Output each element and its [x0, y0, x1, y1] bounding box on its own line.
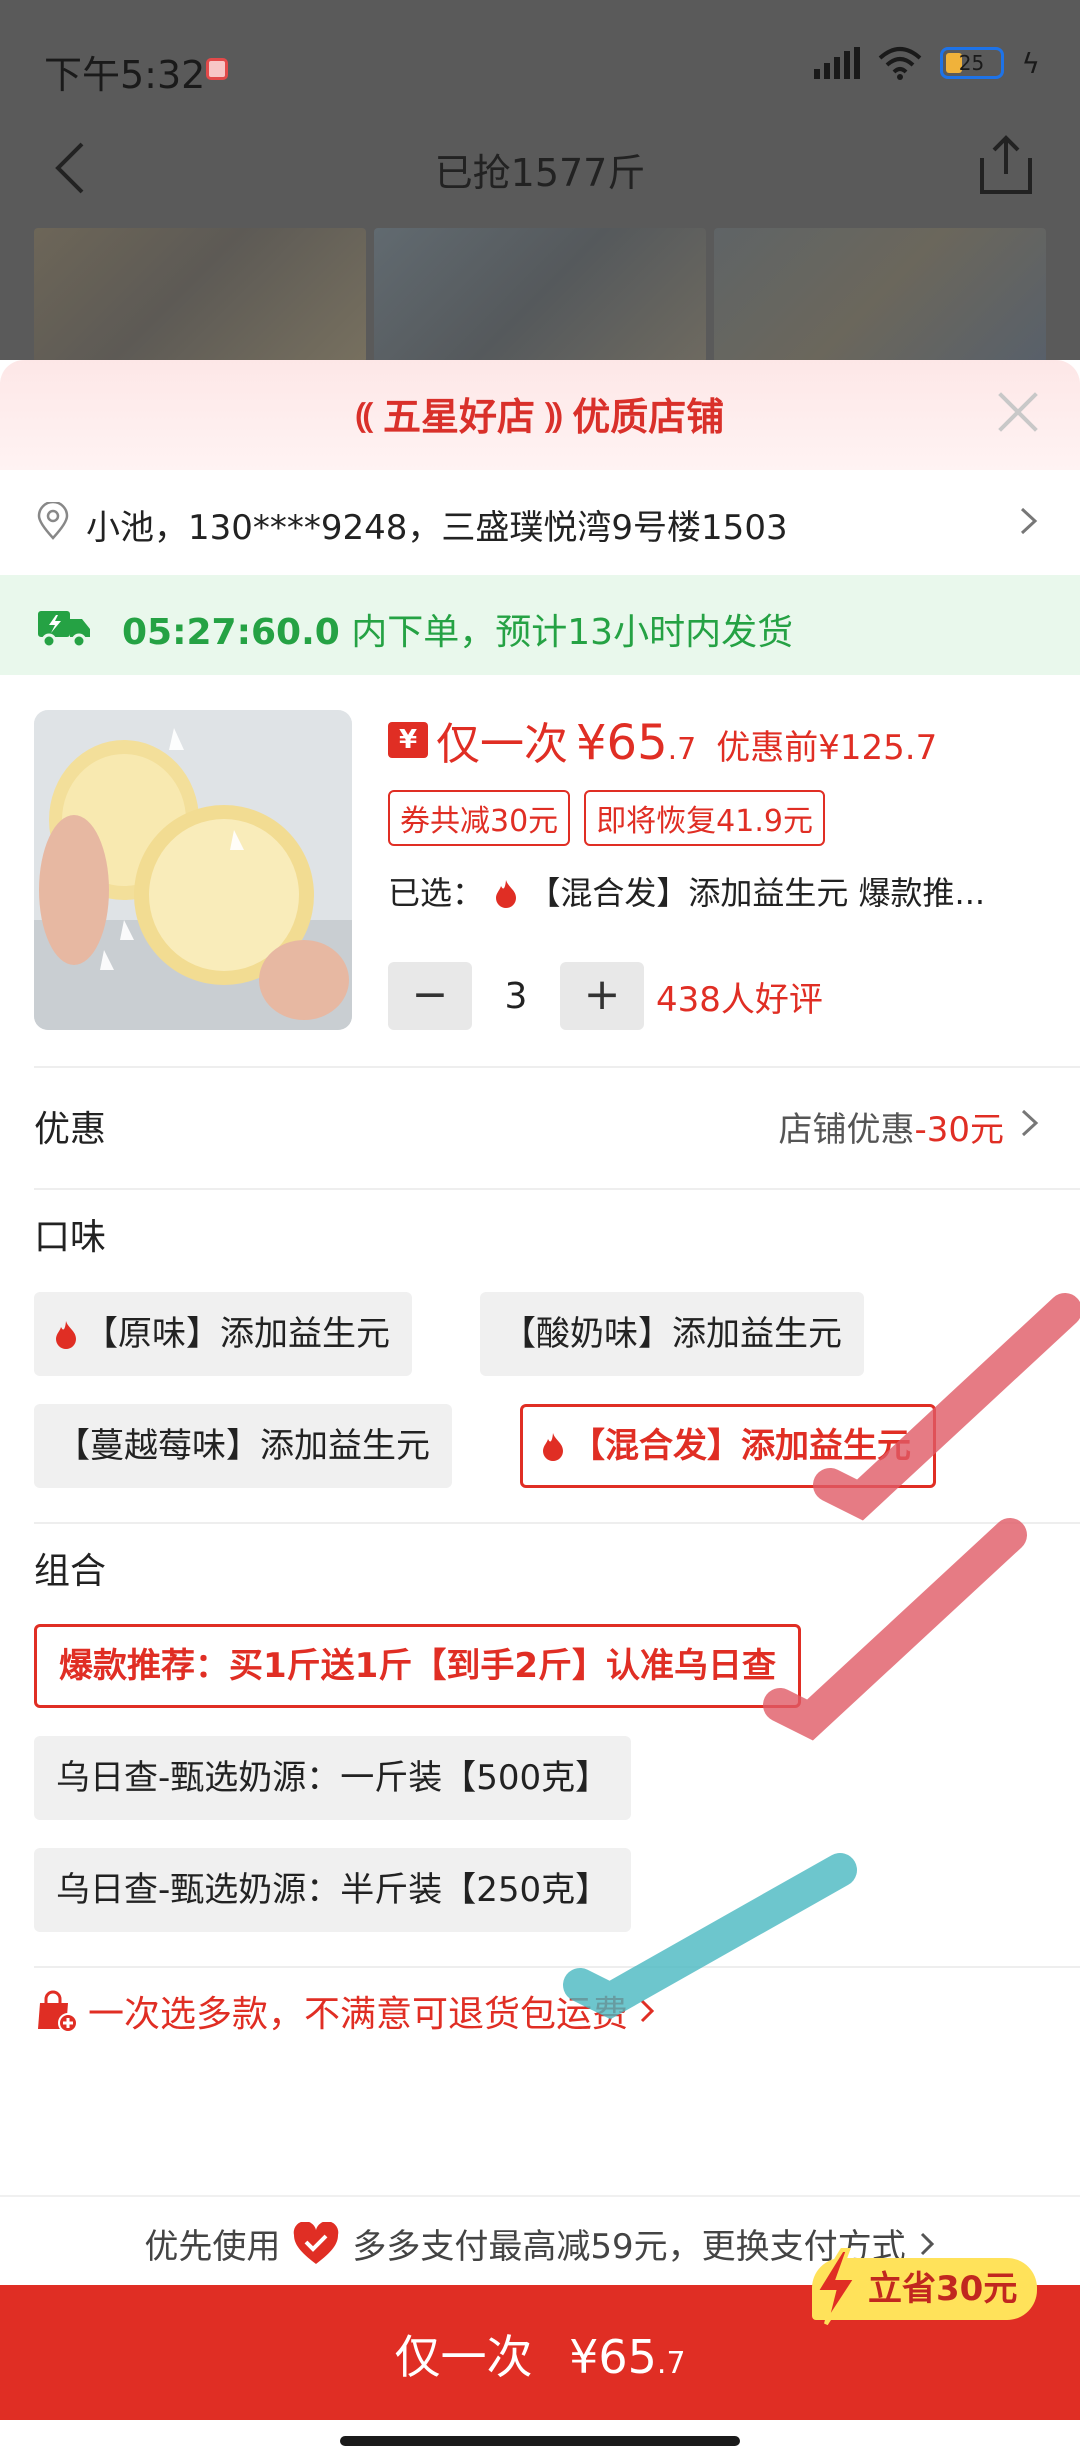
shopping-bag-icon: [38, 1990, 78, 2033]
hot-flame-icon: [56, 1321, 76, 1349]
thumbnail-image: [374, 228, 706, 363]
decrease-button[interactable]: −: [388, 962, 472, 1030]
refund-text: 一次选多款，不满意可退货包运费: [88, 1994, 629, 2035]
status-bar: 下午5:32 25 ϟ: [0, 0, 1080, 130]
close-icon[interactable]: [996, 390, 1040, 434]
countdown-timer: 05:27:60.0: [122, 612, 340, 653]
signal-icon: [813, 47, 860, 79]
store-quality-label: 优质店铺: [572, 395, 725, 439]
restore-price-tag: 即将恢复41.9元: [584, 790, 825, 846]
address-text: 小池，130****9248，三盛璞悦湾9号楼1503: [86, 508, 788, 548]
product-thumbnails: [34, 228, 1046, 363]
laurel-left-icon: ⸨: [355, 395, 373, 436]
thumbnail-image: [34, 228, 366, 363]
option-label: 乌日查-甄选奶源：一斤装【500克】: [56, 1758, 610, 1798]
address-row[interactable]: 小池，130****9248，三盛璞悦湾9号楼1503: [0, 470, 1080, 570]
option-label: 【原味】添加益生元: [84, 1314, 390, 1354]
charging-icon: ϟ: [1021, 46, 1040, 80]
wifi-icon: [878, 46, 922, 80]
price-row: ¥ 仅一次 ¥65.7 优惠前¥125.7: [388, 708, 937, 772]
option-label: 爆款推荐：买1斤送1斤【到手2斤】认准乌日查: [59, 1646, 776, 1686]
selected-text: 【混合发】添加益生元 爆款推...: [528, 874, 986, 912]
promo-value-prefix: 店铺优惠: [778, 1110, 915, 1150]
flavor-option-cranberry[interactable]: 【蔓越莓味】添加益生元: [34, 1404, 452, 1488]
selected-prefix: 已选：: [388, 874, 485, 912]
promo-label: 优惠: [34, 1109, 107, 1150]
chevron-right-icon: [1020, 507, 1038, 535]
shipping-notice: 05:27:60.0 内下单，预计13小时内发货: [0, 575, 1080, 675]
combo-option-250g[interactable]: 乌日查-甄选奶源：半斤装【250克】: [34, 1848, 632, 1932]
original-price: 优惠前¥125.7: [716, 728, 938, 768]
background-page: 下午5:32 25 ϟ 已抢1577斤: [0, 0, 1080, 363]
price-currency: ¥: [576, 715, 607, 771]
selected-summary: 已选： 【混合发】添加益生元 爆款推...: [388, 868, 1048, 914]
option-label: 【蔓越莓味】添加益生元: [56, 1426, 430, 1466]
battery-level: 25: [958, 51, 985, 75]
notification-icon: [206, 58, 228, 80]
buy-price-decimal: .7: [656, 2346, 686, 2381]
divider: [34, 1188, 1080, 1190]
sku-selector-sheet: ⸨ 五星好店 ⸩ 优质店铺 小池，130****9248，三盛璞悦湾9号楼150…: [0, 360, 1080, 2460]
hot-flame-icon: [543, 1433, 563, 1461]
home-indicator: [340, 2436, 740, 2446]
page-title: 已抢1577斤: [434, 151, 646, 195]
duoduo-pay-icon: [294, 2221, 339, 2264]
buy-label: 仅一次: [394, 2330, 533, 2384]
chevron-right-icon: [1021, 1109, 1039, 1137]
coupon-tag: 券共减30元: [388, 790, 571, 846]
product-image[interactable]: [34, 710, 352, 1030]
buy-price-integer: 65: [598, 2330, 657, 2384]
combo-option-bestseller[interactable]: 爆款推荐：买1斤送1斤【到手2斤】认准乌日查: [34, 1624, 801, 1708]
thumbnail-image: [714, 228, 1046, 363]
divider: [34, 1966, 1080, 1968]
status-time: 下午5:32: [44, 53, 206, 97]
nav-bar: 已抢1577斤: [0, 120, 1080, 220]
flavor-option-original[interactable]: 【原味】添加益生元: [34, 1292, 412, 1376]
refund-notice[interactable]: 一次选多款，不满意可退货包运费: [34, 1985, 656, 2037]
buy-currency: ¥: [569, 2330, 599, 2384]
coupon-tags: 券共减30元 即将恢复41.9元: [388, 790, 825, 846]
option-label: 乌日查-甄选奶源：半斤装【250克】: [56, 1870, 610, 1910]
share-icon[interactable]: [976, 134, 1036, 198]
flavor-option-mixed[interactable]: 【混合发】添加益生元: [520, 1404, 936, 1488]
store-rating-label: 五星好店: [382, 395, 535, 439]
shipping-text: 内下单，预计13小时内发货: [339, 612, 794, 653]
chevron-right-icon: [640, 1999, 655, 2023]
flavor-title: 口味: [34, 1217, 107, 1258]
price-decimal: .7: [667, 732, 697, 767]
chevron-right-icon: [920, 2232, 934, 2255]
review-count[interactable]: 438人好评: [656, 972, 823, 1021]
promo-value: 店铺优惠-30元: [778, 1102, 1004, 1151]
price-integer: 65: [606, 715, 668, 771]
lightning-icon: [812, 2248, 860, 2326]
divider: [34, 1522, 1080, 1524]
combo-title: 组合: [34, 1551, 107, 1592]
battery-icon: 25: [939, 47, 1004, 79]
divider: [34, 1066, 1080, 1068]
increase-button[interactable]: +: [560, 962, 644, 1030]
quantity-value[interactable]: 3: [472, 976, 560, 1017]
laurel-right-icon: ⸩: [545, 395, 563, 436]
option-label: 【酸奶味】添加益生元: [502, 1314, 842, 1354]
price-lead: 仅一次: [436, 719, 568, 770]
delivery-truck-icon: [38, 611, 90, 649]
flavor-option-yogurt[interactable]: 【酸奶味】添加益生元: [480, 1292, 864, 1376]
status-icons: 25 ϟ: [813, 46, 1040, 80]
option-label: 【混合发】添加益生元: [571, 1426, 911, 1466]
yen-icon: ¥: [388, 722, 428, 758]
payment-prefix: 优先使用: [144, 2227, 281, 2267]
hot-flame-icon: [496, 880, 517, 908]
promo-row[interactable]: 优惠 店铺优惠-30元: [0, 1070, 1080, 1170]
store-banner: ⸨ 五星好店 ⸩ 优质店铺: [0, 360, 1080, 470]
combo-option-500g[interactable]: 乌日查-甄选奶源：一斤装【500克】: [34, 1736, 632, 1820]
quantity-stepper: − 3 + 438人好评: [388, 962, 823, 1030]
location-pin-icon: [37, 502, 69, 540]
promo-amount: -30元: [914, 1110, 1004, 1150]
